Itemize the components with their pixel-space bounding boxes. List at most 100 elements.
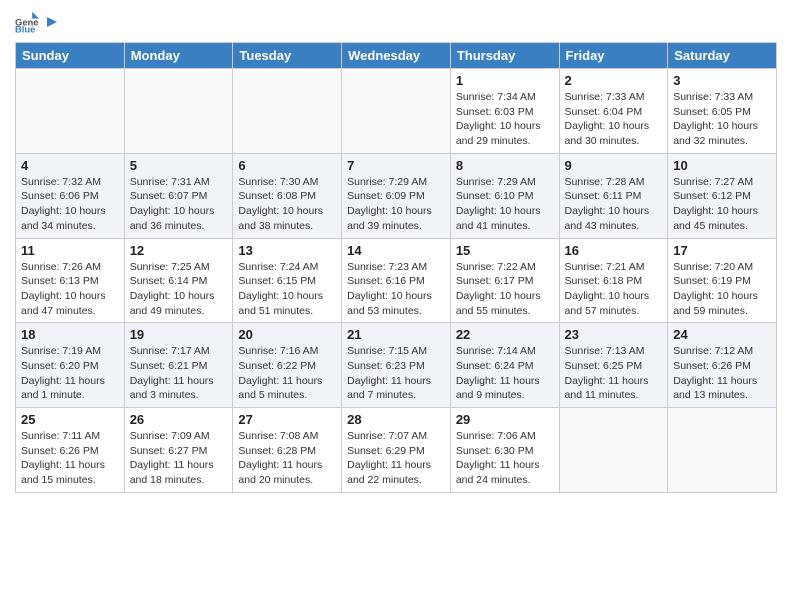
week-row-2: 4 Sunrise: 7:32 AM Sunset: 6:06 PM Daylig… xyxy=(16,153,777,238)
header: General Blue xyxy=(15,10,777,34)
cell-details: Sunrise: 7:33 AM Sunset: 6:05 PM Dayligh… xyxy=(673,90,771,149)
day-header-sunday: Sunday xyxy=(16,43,125,69)
day-number: 17 xyxy=(673,243,771,258)
day-number: 9 xyxy=(565,158,663,173)
day-cell-22: 22 Sunrise: 7:14 AM Sunset: 6:24 PM Dayli… xyxy=(450,323,559,408)
day-number: 1 xyxy=(456,73,554,88)
cell-details: Sunrise: 7:28 AM Sunset: 6:11 PM Dayligh… xyxy=(565,175,663,234)
cell-details: Sunrise: 7:16 AM Sunset: 6:22 PM Dayligh… xyxy=(238,344,336,403)
day-cell-7: 7Sunrise: 7:29 AM Sunset: 6:09 PM Daylig… xyxy=(342,153,451,238)
day-header-thursday: Thursday xyxy=(450,43,559,69)
empty-cell xyxy=(16,69,125,154)
day-cell-11: 11 Sunrise: 7:26 AM Sunset: 6:13 PM Dayli… xyxy=(16,238,125,323)
day-number: 2 xyxy=(565,73,663,88)
empty-cell xyxy=(233,69,342,154)
day-cell-13: 13Sunrise: 7:24 AM Sunset: 6:15 PM Dayli… xyxy=(233,238,342,323)
day-number: 22 xyxy=(456,327,554,342)
cell-details: Sunrise: 7:32 AM Sunset: 6:06 PM Dayligh… xyxy=(21,175,119,234)
day-cell-6: 6 Sunrise: 7:30 AM Sunset: 6:08 PM Daylig… xyxy=(233,153,342,238)
day-number: 15 xyxy=(456,243,554,258)
cell-details: Sunrise: 7:07 AM Sunset: 6:29 PM Dayligh… xyxy=(347,429,445,488)
cell-details: Sunrise: 7:33 AM Sunset: 6:04 PM Dayligh… xyxy=(565,90,663,149)
day-number: 24 xyxy=(673,327,771,342)
day-cell-25: 25 Sunrise: 7:11 AM Sunset: 6:26 PM Dayli… xyxy=(16,408,125,493)
day-cell-5: 5 Sunrise: 7:31 AM Sunset: 6:07 PM Daylig… xyxy=(124,153,233,238)
day-cell-14: 14Sunrise: 7:23 AM Sunset: 6:16 PM Dayli… xyxy=(342,238,451,323)
day-number: 18 xyxy=(21,327,119,342)
day-cell-17: 17 Sunrise: 7:20 AM Sunset: 6:19 PM Dayli… xyxy=(668,238,777,323)
logo-icon: General Blue xyxy=(15,10,39,34)
cell-details: Sunrise: 7:30 AM Sunset: 6:08 PM Dayligh… xyxy=(238,175,336,234)
day-cell-26: 26 Sunrise: 7:09 AM Sunset: 6:27 PM Dayli… xyxy=(124,408,233,493)
day-header-friday: Friday xyxy=(559,43,668,69)
empty-cell xyxy=(668,408,777,493)
cell-details: Sunrise: 7:20 AM Sunset: 6:19 PM Dayligh… xyxy=(673,260,771,319)
day-cell-24: 24 Sunrise: 7:12 AM Sunset: 6:26 PM Dayli… xyxy=(668,323,777,408)
day-header-saturday: Saturday xyxy=(668,43,777,69)
day-cell-8: 8 Sunrise: 7:29 AM Sunset: 6:10 PM Daylig… xyxy=(450,153,559,238)
day-number: 20 xyxy=(238,327,336,342)
day-cell-2: 2 Sunrise: 7:33 AM Sunset: 6:04 PM Daylig… xyxy=(559,69,668,154)
day-number: 21 xyxy=(347,327,445,342)
cell-details: Sunrise: 7:17 AM Sunset: 6:21 PM Dayligh… xyxy=(130,344,228,403)
day-number: 19 xyxy=(130,327,228,342)
day-number: 23 xyxy=(565,327,663,342)
cell-details: Sunrise: 7:09 AM Sunset: 6:27 PM Dayligh… xyxy=(130,429,228,488)
day-cell-9: 9 Sunrise: 7:28 AM Sunset: 6:11 PM Daylig… xyxy=(559,153,668,238)
day-number: 6 xyxy=(238,158,336,173)
day-header-tuesday: Tuesday xyxy=(233,43,342,69)
logo: General Blue xyxy=(15,10,59,34)
cell-details: Sunrise: 7:11 AM Sunset: 6:26 PM Dayligh… xyxy=(21,429,119,488)
day-cell-23: 23Sunrise: 7:13 AM Sunset: 6:25 PM Dayli… xyxy=(559,323,668,408)
day-number: 27 xyxy=(238,412,336,427)
day-number: 13 xyxy=(238,243,336,258)
day-cell-21: 21 Sunrise: 7:15 AM Sunset: 6:23 PM Dayli… xyxy=(342,323,451,408)
cell-details: Sunrise: 7:19 AM Sunset: 6:20 PM Dayligh… xyxy=(21,344,119,403)
day-header-wednesday: Wednesday xyxy=(342,43,451,69)
day-header-monday: Monday xyxy=(124,43,233,69)
day-number: 12 xyxy=(130,243,228,258)
cell-details: Sunrise: 7:29 AM Sunset: 6:10 PM Dayligh… xyxy=(456,175,554,234)
day-number: 26 xyxy=(130,412,228,427)
empty-cell xyxy=(342,69,451,154)
cell-details: Sunrise: 7:12 AM Sunset: 6:26 PM Dayligh… xyxy=(673,344,771,403)
cell-details: Sunrise: 7:15 AM Sunset: 6:23 PM Dayligh… xyxy=(347,344,445,403)
cell-details: Sunrise: 7:27 AM Sunset: 6:12 PM Dayligh… xyxy=(673,175,771,234)
day-cell-16: 16Sunrise: 7:21 AM Sunset: 6:18 PM Dayli… xyxy=(559,238,668,323)
cell-details: Sunrise: 7:31 AM Sunset: 6:07 PM Dayligh… xyxy=(130,175,228,234)
cell-details: Sunrise: 7:23 AM Sunset: 6:16 PM Dayligh… xyxy=(347,260,445,319)
day-cell-3: 3Sunrise: 7:33 AM Sunset: 6:05 PM Daylig… xyxy=(668,69,777,154)
week-row-3: 11 Sunrise: 7:26 AM Sunset: 6:13 PM Dayli… xyxy=(16,238,777,323)
day-cell-4: 4 Sunrise: 7:32 AM Sunset: 6:06 PM Daylig… xyxy=(16,153,125,238)
cell-details: Sunrise: 7:14 AM Sunset: 6:24 PM Dayligh… xyxy=(456,344,554,403)
week-row-5: 25 Sunrise: 7:11 AM Sunset: 6:26 PM Dayli… xyxy=(16,408,777,493)
calendar-body: 1Sunrise: 7:34 AM Sunset: 6:03 PM Daylig… xyxy=(16,69,777,493)
day-number: 25 xyxy=(21,412,119,427)
empty-cell xyxy=(559,408,668,493)
day-cell-29: 29Sunrise: 7:06 AM Sunset: 6:30 PM Dayli… xyxy=(450,408,559,493)
day-cell-1: 1Sunrise: 7:34 AM Sunset: 6:03 PM Daylig… xyxy=(450,69,559,154)
day-number: 10 xyxy=(673,158,771,173)
day-cell-12: 12Sunrise: 7:25 AM Sunset: 6:14 PM Dayli… xyxy=(124,238,233,323)
cell-details: Sunrise: 7:26 AM Sunset: 6:13 PM Dayligh… xyxy=(21,260,119,319)
cell-details: Sunrise: 7:21 AM Sunset: 6:18 PM Dayligh… xyxy=(565,260,663,319)
day-cell-19: 19 Sunrise: 7:17 AM Sunset: 6:21 PM Dayli… xyxy=(124,323,233,408)
day-cell-10: 10 Sunrise: 7:27 AM Sunset: 6:12 PM Dayli… xyxy=(668,153,777,238)
day-cell-28: 28 Sunrise: 7:07 AM Sunset: 6:29 PM Dayli… xyxy=(342,408,451,493)
day-number: 11 xyxy=(21,243,119,258)
empty-cell xyxy=(124,69,233,154)
calendar-table: SundayMondayTuesdayWednesdayThursdayFrid… xyxy=(15,42,777,493)
day-header-row: SundayMondayTuesdayWednesdayThursdayFrid… xyxy=(16,43,777,69)
day-number: 5 xyxy=(130,158,228,173)
calendar-page: General Blue SundayMondayTuesdayWed xyxy=(0,0,792,612)
day-cell-18: 18 Sunrise: 7:19 AM Sunset: 6:20 PM Dayli… xyxy=(16,323,125,408)
day-number: 28 xyxy=(347,412,445,427)
svg-text:Blue: Blue xyxy=(15,23,35,34)
cell-details: Sunrise: 7:08 AM Sunset: 6:28 PM Dayligh… xyxy=(238,429,336,488)
logo-triangle-icon xyxy=(45,15,59,29)
week-row-4: 18 Sunrise: 7:19 AM Sunset: 6:20 PM Dayli… xyxy=(16,323,777,408)
day-number: 4 xyxy=(21,158,119,173)
day-number: 8 xyxy=(456,158,554,173)
day-number: 29 xyxy=(456,412,554,427)
cell-details: Sunrise: 7:29 AM Sunset: 6:09 PM Dayligh… xyxy=(347,175,445,234)
